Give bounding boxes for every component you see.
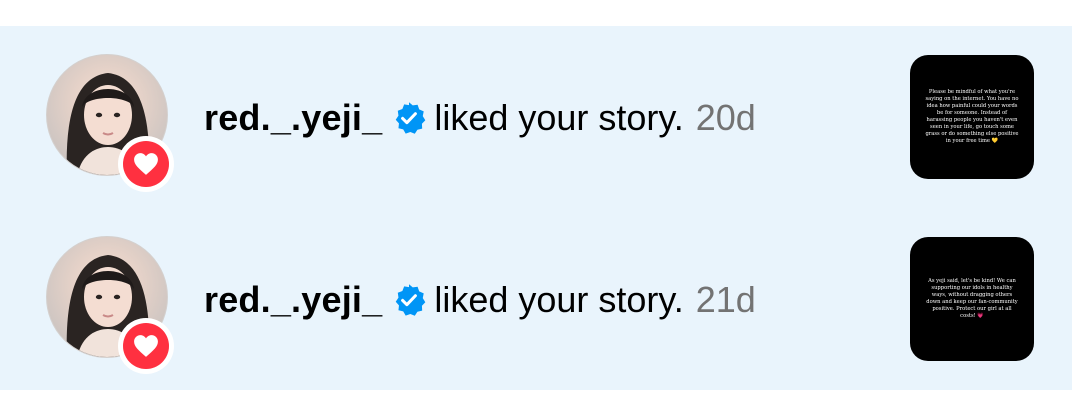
timestamp: 21d: [695, 279, 756, 320]
story-thumbnail[interactable]: As yeji said, let's be kind! We can supp…: [910, 237, 1034, 361]
username-link[interactable]: red._.yeji_: [204, 279, 382, 321]
username-link[interactable]: red._.yeji_: [204, 97, 382, 139]
verified-badge-icon: [392, 283, 426, 317]
story-preview-text: As yeji said, let's be kind! We can supp…: [926, 278, 1018, 319]
activity-list: red._.yeji_ liked your story. 20d Please…: [0, 26, 1072, 390]
heart-icon: [134, 153, 158, 175]
notification-row[interactable]: red._.yeji_ liked your story. 21d As yej…: [0, 208, 1072, 390]
notification-row[interactable]: red._.yeji_ liked your story. 20d Please…: [0, 26, 1072, 208]
heart-icon: [134, 335, 158, 357]
action-text: liked your story.: [434, 279, 684, 320]
action-text: liked your story.: [434, 97, 684, 138]
avatar-group[interactable]: [46, 236, 174, 374]
story-thumbnail[interactable]: Please be mindful of what you're saying …: [910, 55, 1034, 179]
heart-badge: [118, 136, 174, 192]
notification-text: red._.yeji_ liked your story. 21d: [204, 276, 756, 324]
notification-text: red._.yeji_ liked your story. 20d: [204, 94, 756, 142]
avatar-group[interactable]: [46, 54, 174, 192]
story-preview-text: Please be mindful of what you're saying …: [925, 89, 1019, 144]
timestamp: 20d: [695, 97, 756, 138]
verified-badge-icon: [392, 101, 426, 135]
heart-badge: [118, 318, 174, 374]
